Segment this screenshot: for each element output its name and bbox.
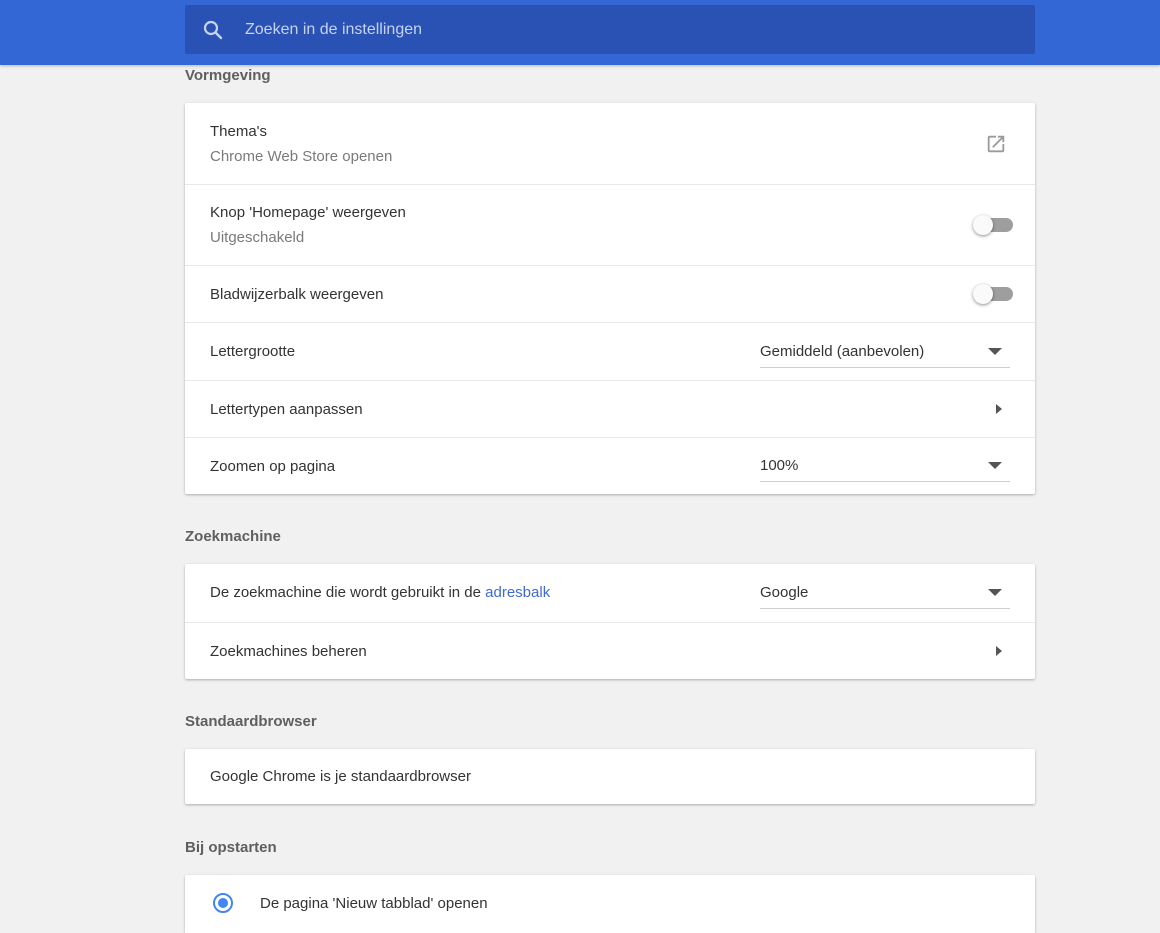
section-title-on-startup: Bij opstarten	[185, 839, 277, 856]
page-zoom-value: 100%	[760, 457, 799, 474]
section-title-default-browser: Standaardbrowser	[185, 713, 317, 730]
home-button-row[interactable]: Knop 'Homepage' weergeven Uitgeschakeld	[185, 184, 1035, 265]
manage-search-engines-label: Zoekmachines beheren	[210, 642, 367, 660]
themes-row[interactable]: Thema's Chrome Web Store openen	[185, 103, 1035, 184]
search-input[interactable]	[243, 19, 1007, 40]
open-in-new-icon[interactable]	[985, 133, 1007, 155]
search-engine-select[interactable]: Google	[760, 577, 1010, 609]
bookmarks-bar-label: Bladwijzerbalk weergeven	[210, 285, 384, 303]
home-button-status: Uitgeschakeld	[210, 229, 305, 246]
default-browser-status: Google Chrome is je standaardbrowser	[210, 768, 471, 785]
font-size-select[interactable]: Gemiddeld (aanbevolen)	[760, 336, 1010, 368]
customize-fonts-label: Lettertypen aanpassen	[210, 400, 363, 418]
startup-option-new-tab[interactable]: De pagina 'Nieuw tabblad' openen	[185, 875, 1035, 931]
radio-new-tab[interactable]	[213, 893, 233, 913]
themes-sub: Chrome Web Store openen	[210, 147, 393, 165]
on-startup-card: De pagina 'Nieuw tabblad' openen	[185, 875, 1035, 933]
font-size-value: Gemiddeld (aanbevolen)	[760, 342, 925, 360]
customize-fonts-row[interactable]: Lettertypen aanpassen	[185, 380, 1035, 437]
chevron-right-icon	[996, 646, 1002, 656]
section-title-search-engine: Zoekmachine	[185, 528, 281, 545]
search-box[interactable]	[185, 5, 1035, 54]
chevron-right-icon	[996, 404, 1002, 414]
appearance-card: Thema's Chrome Web Store openen Knop 'Ho…	[185, 103, 1035, 494]
default-browser-row: Google Chrome is je standaardbrowser	[185, 749, 1035, 804]
address-bar-link[interactable]: adresbalk	[485, 584, 550, 601]
bookmarks-bar-row[interactable]: Bladwijzerbalk weergeven	[185, 265, 1035, 322]
search-engine-value: Google	[760, 584, 809, 601]
top-bar	[0, 0, 1160, 65]
search-icon	[203, 20, 223, 39]
home-button-toggle[interactable]	[973, 215, 1013, 235]
font-size-row: Lettergrootte Gemiddeld (aanbevolen)	[185, 322, 1035, 380]
search-engine-row: De zoekmachine die wordt gebruikt in de …	[185, 564, 1035, 622]
bookmarks-bar-toggle[interactable]	[973, 284, 1013, 304]
home-button-label: Knop 'Homepage' weergeven	[210, 204, 406, 221]
manage-search-engines-row[interactable]: Zoekmachines beheren	[185, 622, 1035, 679]
dropdown-arrow-icon	[988, 589, 1002, 596]
page-zoom-select[interactable]: 100%	[760, 450, 1010, 482]
page-zoom-row: Zoomen op pagina 100%	[185, 437, 1035, 494]
dropdown-arrow-icon	[988, 347, 1002, 355]
search-engine-label: De zoekmachine die wordt gebruikt in de	[210, 584, 486, 601]
themes-label: Thema's	[210, 122, 268, 140]
search-engine-card: De zoekmachine die wordt gebruikt in de …	[185, 564, 1035, 679]
section-title-appearance: Vormgeving	[185, 67, 271, 84]
startup-option-label: De pagina 'Nieuw tabblad' openen	[260, 894, 488, 912]
dropdown-arrow-icon	[988, 462, 1002, 469]
default-browser-card: Google Chrome is je standaardbrowser	[185, 749, 1035, 804]
